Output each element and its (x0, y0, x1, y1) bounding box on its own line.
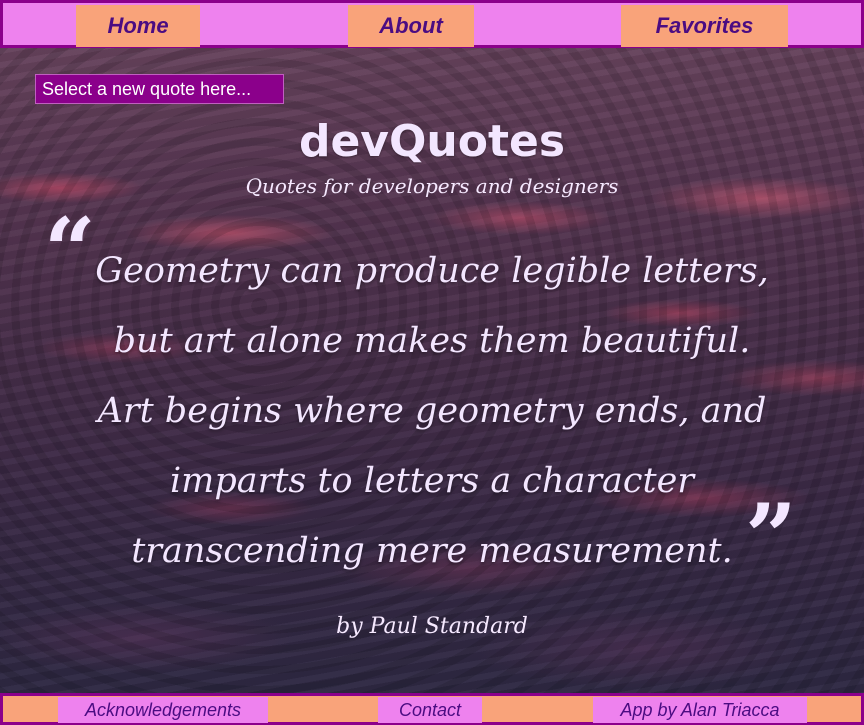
nav-favorites-link[interactable]: Favorites (621, 5, 788, 47)
close-quote-icon: ” (745, 484, 797, 590)
footer: Acknowledgements Contact App by Alan Tri… (0, 693, 864, 725)
footer-app-credit-link[interactable]: App by Alan Triacca (593, 697, 807, 723)
quote-text: Geometry can produce legible letters, bu… (95, 251, 769, 571)
quote-author: by Paul Standard (336, 614, 528, 639)
site-title: devQuotes (298, 116, 566, 167)
open-quote-icon: “ (44, 198, 96, 304)
top-navigation: Home About Favorites (0, 0, 864, 48)
site-subtitle: Quotes for developers and designers (245, 174, 619, 198)
footer-contact-link[interactable]: Contact (378, 697, 482, 723)
select-new-quote-button[interactable]: Select a new quote here... (35, 74, 284, 104)
nav-home-link[interactable]: Home (76, 5, 200, 47)
nav-about-link[interactable]: About (348, 5, 474, 47)
footer-acknowledgements-link[interactable]: Acknowledgements (58, 697, 268, 723)
